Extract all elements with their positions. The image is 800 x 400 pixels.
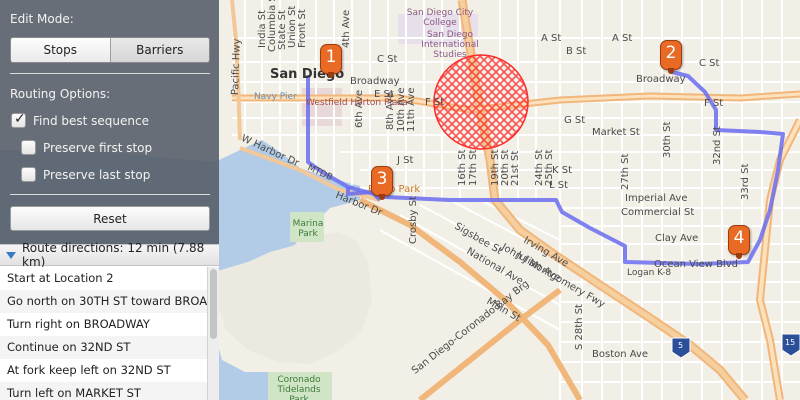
find-best-sequence-checkbox[interactable]: ✓ bbox=[11, 111, 26, 128]
route-directions-pane: Route directions: 12 min (7.88 km) Start… bbox=[0, 241, 219, 400]
marina-park-area bbox=[290, 212, 324, 242]
divider bbox=[10, 73, 210, 74]
preserve-first-stop-label: Preserve first stop bbox=[43, 140, 153, 155]
barrier-polygon[interactable] bbox=[433, 54, 529, 150]
find-best-sequence-option[interactable]: ✓ Find best sequence bbox=[11, 111, 149, 128]
barriers-button[interactable]: Barriers bbox=[109, 38, 209, 62]
edit-mode-toggle: Stops Barriers bbox=[10, 37, 210, 63]
direction-item[interactable]: Go north on 30TH ST toward BROADWAY bbox=[0, 290, 207, 313]
find-best-sequence-label: Find best sequence bbox=[33, 113, 149, 128]
preserve-first-stop-checkbox[interactable] bbox=[21, 140, 36, 155]
stop-marker-2[interactable]: 2 bbox=[660, 40, 682, 74]
stop-marker-4[interactable]: 4 bbox=[728, 225, 750, 259]
stop-marker-1[interactable]: 1 bbox=[320, 44, 342, 78]
control-panel: Edit Mode: Stops Barriers Routing Option… bbox=[0, 0, 219, 400]
direction-item[interactable]: Turn right on BROADWAY bbox=[0, 313, 207, 336]
routing-options-label: Routing Options: bbox=[10, 87, 111, 101]
checkmark-icon: ✓ bbox=[14, 111, 26, 127]
stop-number: 2 bbox=[665, 43, 677, 63]
route-directions-title: Route directions: 12 min (7.88 km) bbox=[22, 241, 205, 269]
directions-scrollbar[interactable] bbox=[207, 267, 219, 400]
edit-mode-label: Edit Mode: bbox=[10, 12, 74, 26]
route-directions-header[interactable]: Route directions: 12 min (7.88 km) bbox=[0, 241, 219, 269]
direction-item[interactable]: Start at Location 2 bbox=[0, 267, 207, 290]
interstate-5-shield bbox=[671, 337, 691, 359]
stop-pin-tip bbox=[736, 253, 742, 259]
preserve-first-stop-option[interactable]: Preserve first stop bbox=[21, 140, 152, 155]
direction-item[interactable]: At fork keep left on 32ND ST bbox=[0, 359, 207, 382]
stop-number: 4 bbox=[733, 228, 745, 248]
stop-number: 3 bbox=[376, 169, 388, 189]
stop-marker-3[interactable]: 3 bbox=[371, 166, 393, 200]
reset-button[interactable]: Reset bbox=[10, 206, 210, 231]
stop-pin-tip bbox=[668, 68, 674, 74]
stop-number: 1 bbox=[325, 47, 337, 67]
scrollbar-thumb[interactable] bbox=[210, 269, 217, 339]
preserve-last-stop-checkbox[interactable] bbox=[21, 167, 36, 182]
divider bbox=[10, 194, 210, 195]
interstate-15-shield bbox=[781, 333, 800, 357]
collapse-triangle-icon[interactable] bbox=[6, 251, 16, 259]
stop-pin-tip bbox=[328, 72, 334, 78]
direction-item[interactable]: Turn left on MARKET ST bbox=[0, 382, 207, 400]
tidelands-park-area bbox=[268, 372, 332, 400]
stop-pin-tip bbox=[379, 194, 385, 200]
preserve-last-stop-option[interactable]: Preserve last stop bbox=[21, 167, 150, 182]
preserve-last-stop-label: Preserve last stop bbox=[43, 167, 151, 182]
direction-item[interactable]: Continue on 32ND ST bbox=[0, 336, 207, 359]
directions-list: Start at Location 2 Go north on 30TH ST … bbox=[0, 267, 207, 400]
stops-button[interactable]: Stops bbox=[11, 38, 110, 62]
